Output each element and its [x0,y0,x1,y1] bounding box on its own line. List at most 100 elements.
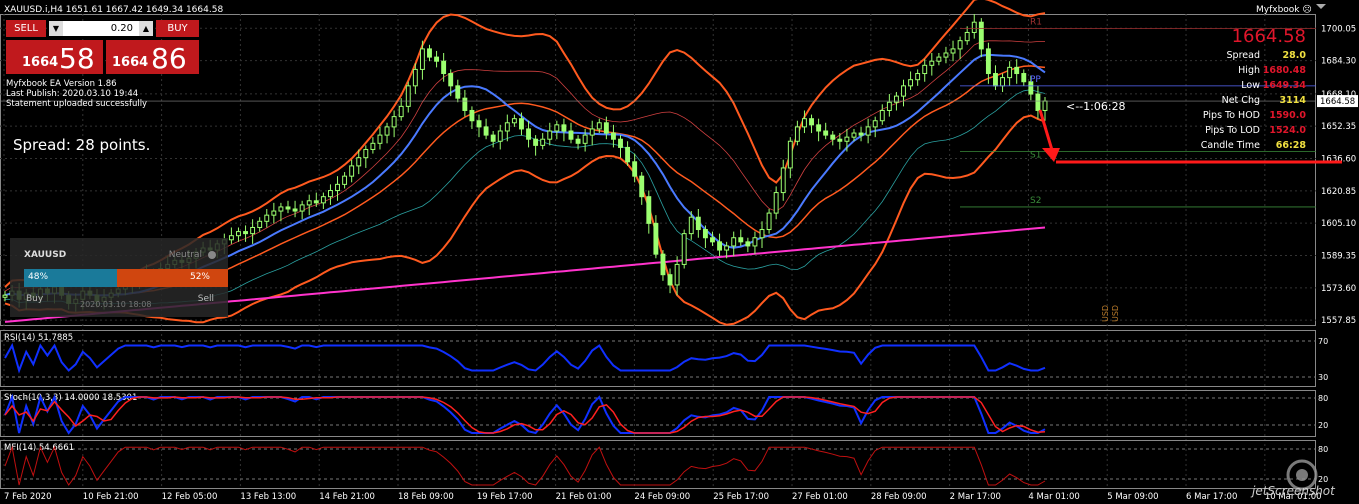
indicator-axis-label: 80 [1318,445,1328,454]
sentiment-widget: XAUUSD Neutral 48% 52% Buy Sell 2020.03.… [10,238,228,317]
candle-body [625,146,631,163]
candle-body [901,85,906,97]
x-tick-label: 19 Feb 17:00 [477,492,533,502]
stat-value: 28.0 [1282,50,1306,61]
candle-body [681,233,687,265]
candle-body [802,118,807,128]
one-click-trading-panel: SELL ▼ 0.20 ▲ BUY 1664 58 1664 86 [3,20,199,76]
candle-body [271,210,277,216]
candle-body [391,116,397,128]
candle-body [985,48,991,75]
candle-body [320,196,326,204]
sell-button[interactable]: SELL [6,20,46,37]
candle-body [603,122,609,134]
stat-label: Low [1241,80,1260,91]
candle-body [313,200,319,204]
indicator-title: RSI(14) 51.7885 [4,333,73,343]
last-publish: Last Publish: 2020.03.10 19:44 [6,89,139,99]
candle-body [766,212,772,231]
usd-event-mark: USD [1101,305,1110,322]
candle-body [299,204,305,212]
buy-quote[interactable]: 1664 86 [106,40,199,74]
candle-body [377,134,383,144]
candle-body [830,134,836,140]
x-tick-label: 6 Mar 17:00 [1186,492,1237,502]
candle-body [533,138,539,146]
candle-body [441,60,447,75]
sentiment-date: 2020.03.10 18:08 [80,300,152,309]
x-tick-label: 27 Feb 01:00 [792,492,848,502]
candle-body [335,183,340,192]
candle-body [554,124,560,132]
candle-body [419,48,425,70]
candle-body [568,130,574,140]
candle-body [964,31,970,42]
stat-label: Candle Time [1200,140,1260,151]
y-tick-label: 1573.60 [1321,284,1356,294]
candle-body [490,134,496,142]
lot-value[interactable]: 0.20 [63,21,133,36]
candle-body [1007,66,1013,79]
x-tick-label: 10 Feb 21:00 [83,492,139,502]
x-tick-label: 21 Feb 01:00 [556,492,612,502]
y-tick-label: 1684.30 [1321,57,1356,67]
x-tick-label: 2 Mar 17:00 [950,492,1001,502]
candle-body [745,241,751,247]
candle-body [405,85,411,107]
candle-body [476,120,482,128]
candle-body [794,126,800,142]
candle-body [978,21,984,50]
pivot-label-pp: PP [1030,75,1041,85]
stats-panel: 1664.58 Spread 28.0 High 1680.48 Low 1649.34 N… [1190,26,1306,153]
x-tick-label: 12 Feb 05:00 [162,492,218,502]
y-tick-label: 1700.05 [1321,24,1356,34]
stat-row: Pips To LOD 1524.0 [1190,123,1306,138]
indicator-line [4,393,1046,435]
sentiment-symbol: XAUUSD [24,250,67,260]
lot-size-input[interactable]: ▼ 0.20 ▲ [49,21,153,36]
lot-decrease-icon[interactable]: ▼ [49,21,63,36]
candle-body [243,231,248,235]
buy-button[interactable]: BUY [156,20,199,37]
candle-body [738,237,744,243]
candle-body [858,132,864,136]
candle-body [731,237,737,247]
candle-body [526,128,531,140]
candle-body [511,118,517,124]
lot-increase-icon[interactable]: ▲ [139,21,153,36]
candle-body [462,97,468,111]
indicator-line [4,342,1046,374]
stat-row: Net Chg 3114 [1190,93,1306,108]
candle-body [1021,73,1027,83]
indicator-pane-frame [0,330,1316,387]
stats-rows: Spread 28.0 High 1680.48 Low 1649.34 Net Chg 31… [1190,48,1306,153]
candle-body [667,274,673,286]
indicator-axis-label: 70 [1318,337,1328,346]
stat-row: Low 1649.34 [1190,78,1306,93]
candle-body [264,214,270,222]
candle-body [519,118,524,130]
sell-quote[interactable]: 1664 58 [6,40,103,74]
sentiment-sell-bar [117,269,228,287]
current-price-text: 1664.58 [1320,97,1355,107]
candle-body [1035,93,1041,111]
candle-body [936,56,942,62]
candle-body [618,138,623,148]
candle-body [306,200,312,206]
ea-version: Myfxbook EA Version 1.86 [6,79,117,89]
candle-body [759,229,765,239]
ea-info: Myfxbook EA Version 1.86 Last Publish: 2… [6,79,147,109]
candle-body [285,206,291,210]
candle-body [688,216,694,235]
candle-body [837,138,843,142]
candle-body [872,120,878,128]
stat-label: Pips To HOD [1202,110,1260,121]
candle-body [674,263,680,286]
candle-body [922,64,928,75]
indicator-axis-label: 30 [1318,373,1328,382]
candle-body [427,48,432,58]
candle-body [717,241,723,251]
candle-body [1014,66,1020,75]
x-tick-label: 25 Feb 17:00 [713,492,769,502]
candle-body [250,226,256,235]
